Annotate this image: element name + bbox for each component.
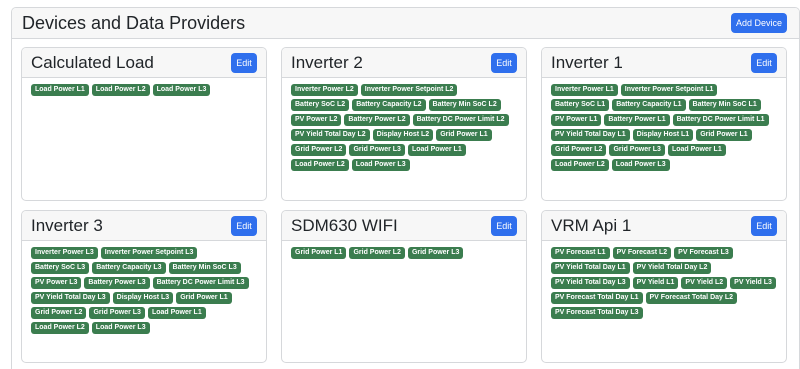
provider-badge: Battery Min SoC L1 [688,99,761,111]
provider-badge: PV Power L2 [291,114,342,126]
device-name: Inverter 2 [291,53,363,72]
provider-badge: Inverter Power Setpoint L3 [100,247,198,259]
provider-badge-list: Inverter Power L2 Inverter Power Setpoint… [282,78,526,171]
provider-badge: Load Power L3 [91,322,150,334]
device-card-header: Inverter 3 Edit [22,211,266,241]
device-card-header: SDM630 WIFI Edit [282,211,526,241]
provider-badge: Load Power L3 [611,159,670,171]
provider-badge: Inverter Power L3 [31,247,98,259]
provider-badge: PV Forecast Total Day L3 [551,307,643,319]
provider-badge: Inverter Power L2 [291,84,358,96]
provider-badge: Load Power L1 [31,84,89,96]
device-card-vrm-api-1: VRM Api 1 Edit PV Forecast L1 PV Forecast… [541,210,787,363]
provider-badge: PV Yield Total Day L3 [31,292,110,304]
device-card-header: Inverter 2 Edit [282,48,526,78]
provider-badge-list: Inverter Power L1 Inverter Power Setpoint… [542,78,786,171]
provider-badge: Battery SoC L2 [291,99,350,111]
device-name: Inverter 3 [31,216,103,235]
provider-badge: Grid Power L3 [89,307,145,319]
provider-badge: Load Power L3 [351,159,410,171]
provider-badge: PV Power L1 [551,114,602,126]
provider-badge: Battery Capacity L3 [92,262,166,274]
provider-badge: PV Forecast L1 [551,247,610,259]
provider-badge: Grid Power L1 [696,129,752,141]
provider-badge: PV Forecast Total Day L1 [551,292,643,304]
provider-badge: PV Forecast Total Day L2 [645,292,738,304]
provider-badge: Display Host L2 [372,129,434,141]
device-card-header: Inverter 1 Edit [542,48,786,78]
device-name: Inverter 1 [551,53,623,72]
device-card-inverter-2: Inverter 2 Edit Inverter Power L2 Inverte… [281,47,527,201]
provider-badge: Load Power L2 [551,159,609,171]
provider-badge: Load Power L3 [152,84,211,96]
provider-badge: Load Power L2 [31,322,89,334]
provider-badge: PV Forecast L2 [612,247,672,259]
edit-button[interactable]: Edit [751,216,777,236]
provider-badge: Battery Min SoC L2 [428,99,501,111]
device-card-header: Calculated Load Edit [22,48,266,78]
edit-button[interactable]: Edit [491,53,517,73]
provider-badge: Battery Power L1 [604,114,670,126]
device-card-sdm630-wifi: SDM630 WIFI Edit Grid Power L1 Grid Power… [281,210,527,363]
provider-badge: Load Power L1 [147,307,206,319]
provider-badge: PV Yield Total Day L2 [291,129,370,141]
panel-header: Devices and Data Providers Add Device [12,8,799,39]
provider-badge: PV Yield L3 [730,277,776,289]
provider-badge: Display Host L1 [632,129,694,141]
page-title: Devices and Data Providers [22,13,246,33]
device-card-header: VRM Api 1 Edit [542,211,786,241]
provider-badge: Load Power L1 [667,144,726,156]
provider-badge: Grid Power L2 [551,144,607,156]
provider-badge: Battery DC Power Limit L2 [412,114,509,126]
provider-badge: PV Yield Total Day L3 [551,277,630,289]
provider-badge: Battery DC Power Limit L3 [152,277,249,289]
provider-badge: Grid Power L1 [436,129,492,141]
device-card-inverter-1: Inverter 1 Edit Inverter Power L1 Inverte… [541,47,787,201]
edit-button[interactable]: Edit [231,216,257,236]
provider-badge: Battery Power L3 [84,277,150,289]
device-card-calculated-load: Calculated Load Edit Load Power L1 Load P… [21,47,267,201]
device-card-inverter-3: Inverter 3 Edit Inverter Power L3 Inverte… [21,210,267,363]
device-name: Calculated Load [31,53,154,72]
provider-badge: Inverter Power L1 [551,84,618,96]
provider-badge-list: Inverter Power L3 Inverter Power Setpoint… [22,241,266,334]
provider-badge: Battery Capacity L2 [352,99,426,111]
provider-badge: PV Yield Total Day L1 [551,129,630,141]
provider-badge: Battery Min SoC L3 [168,262,241,274]
provider-badge: Load Power L1 [407,144,466,156]
provider-badge: Battery Power L2 [344,114,410,126]
provider-badge-list: PV Forecast L1 PV Forecast L2 PV Forecast … [542,241,786,319]
provider-badge: Load Power L2 [291,159,349,171]
provider-badge-list: Load Power L1 Load Power L2 Load Power L3 [22,78,266,96]
device-name: SDM630 WIFI [291,216,398,235]
provider-badge: Grid Power L2 [291,144,347,156]
provider-badge: Grid Power L2 [31,307,87,319]
provider-badge: PV Yield L2 [681,277,728,289]
edit-button[interactable]: Edit [751,53,777,73]
provider-badge: Grid Power L2 [349,247,405,259]
provider-badge: Battery DC Power Limit L1 [672,114,769,126]
add-device-button[interactable]: Add Device [731,13,787,33]
provider-badge: Load Power L2 [91,84,150,96]
provider-badge: Grid Power L3 [609,144,665,156]
provider-badge: Grid Power L1 [176,292,232,304]
provider-badge: Grid Power L3 [349,144,405,156]
provider-badge: PV Forecast L3 [674,247,733,259]
provider-badge: PV Yield Total Day L2 [632,262,712,274]
edit-button[interactable]: Edit [231,53,257,73]
device-name: VRM Api 1 [551,216,632,235]
provider-badge-list: Grid Power L1 Grid Power L2 Grid Power L3 [282,241,526,259]
provider-badge: PV Yield Total Day L1 [551,262,630,274]
provider-badge: PV Power L3 [31,277,82,289]
provider-badge: Grid Power L1 [291,247,347,259]
provider-badge: Inverter Power Setpoint L2 [360,84,458,96]
provider-badge: Grid Power L3 [407,247,464,259]
provider-badge: Display Host L3 [112,292,174,304]
provider-badge: Inverter Power Setpoint L1 [620,84,718,96]
provider-badge: PV Yield L1 [632,277,679,289]
provider-badge: Battery SoC L3 [31,262,90,274]
provider-badge: Battery SoC L1 [551,99,610,111]
edit-button[interactable]: Edit [491,216,517,236]
provider-badge: Battery Capacity L1 [612,99,686,111]
